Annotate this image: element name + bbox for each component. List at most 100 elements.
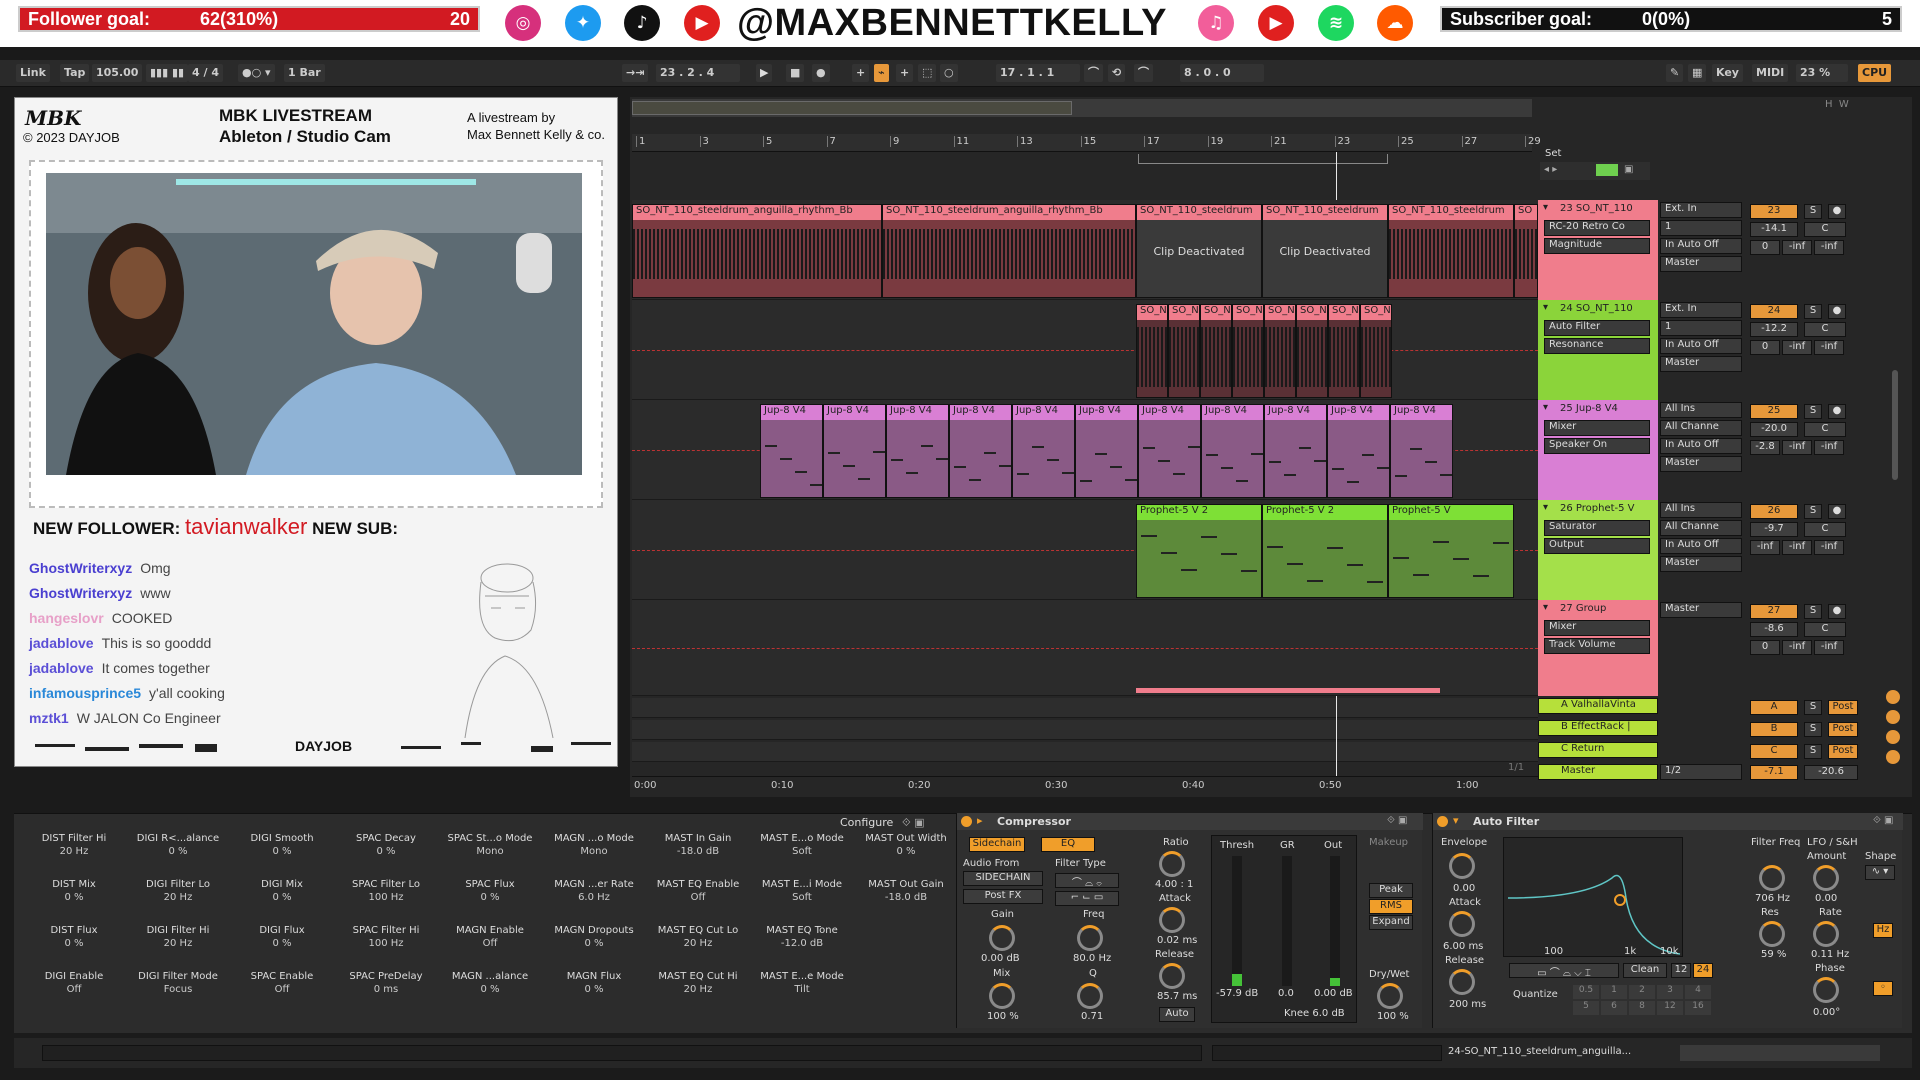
arm-button[interactable]: ● [1828, 204, 1846, 219]
track-number[interactable]: 27 [1750, 604, 1798, 619]
macro-knob[interactable]: MAST In Gain -18.0 dB [648, 833, 748, 857]
input-type-select[interactable]: All Ins [1660, 402, 1742, 418]
macro-knob[interactable]: DIGI Smooth 0 % [232, 833, 332, 857]
ruler-bar-1[interactable]: 1 [636, 136, 645, 147]
return-track-header[interactable]: C Return [1538, 742, 1658, 758]
macro-knob[interactable]: MAGN ...alance 0 % [440, 971, 540, 995]
midi-clip[interactable]: Jup-8 V4 [760, 404, 823, 498]
track-pan[interactable]: C [1804, 322, 1846, 337]
auto-release-button[interactable]: Auto [1159, 1007, 1195, 1022]
send-2[interactable]: -inf [1782, 440, 1812, 455]
sidechain-tap-select[interactable]: Post FX [963, 889, 1043, 904]
track-pan[interactable]: C [1804, 622, 1846, 637]
ruler-bar-23[interactable]: 23 [1334, 136, 1350, 147]
track-fold-icon[interactable]: ▾ [1543, 202, 1548, 213]
track-header-27[interactable]: 27 Group ▾ Mixer Track Volume [1538, 600, 1658, 696]
return-track-header[interactable]: A ValhallaVinta [1538, 698, 1658, 714]
solo-button[interactable]: S [1804, 504, 1822, 519]
send-2[interactable]: -inf [1782, 240, 1812, 255]
send-3[interactable]: -inf [1814, 640, 1844, 655]
quantize-option[interactable]: 6 [1601, 1001, 1627, 1015]
macro-knob[interactable]: DIGI Filter Hi 20 Hz [128, 925, 228, 949]
audio-clip[interactable]: SO_N [1360, 304, 1392, 398]
track-header-26[interactable]: 26 Prophet-5 V ▾ Saturator Output [1538, 500, 1658, 600]
audio-clip[interactable]: SO_NT_110_steeldrum [1388, 204, 1514, 298]
macro-knob[interactable]: MAST E...e Mode Tilt [752, 971, 852, 995]
arm-button[interactable]: ● [1828, 304, 1846, 319]
link-button[interactable]: Link [16, 64, 50, 82]
param-chooser[interactable]: Resonance [1544, 338, 1650, 354]
solo-button[interactable]: S [1804, 404, 1822, 419]
draw-mode-icon[interactable]: ✎ [1666, 64, 1684, 82]
solo-button[interactable]: S [1804, 304, 1822, 319]
input-type-select[interactable]: Ext. In [1660, 202, 1742, 218]
capture-icon[interactable]: ⬚ [918, 64, 937, 82]
bar-ruler[interactable]: 1 3 5 7 9 11 13 15 17 19 21 23 25 27 29 [632, 134, 1541, 152]
solo-button[interactable]: S [1804, 204, 1822, 219]
midi-clip[interactable]: Jup-8 V4 [1264, 404, 1327, 498]
slope-12-button[interactable]: 12 [1671, 963, 1691, 978]
macro-knob[interactable]: MAST EQ Tone -12.0 dB [752, 925, 852, 949]
filter-response-display[interactable]: 100 1k 10k [1503, 837, 1683, 957]
quantize-option[interactable]: 2 [1629, 985, 1655, 999]
rms-mode-button[interactable]: RMS [1369, 899, 1413, 914]
session-record-icon[interactable]: ○ [940, 64, 958, 82]
loop-brace-area[interactable] [632, 152, 1532, 182]
quantize-grid[interactable]: 0.5 1 2 3 4 5 6 8 12 16 [1573, 985, 1713, 1019]
send-3[interactable]: -inf [1814, 440, 1844, 455]
return-lane[interactable] [632, 720, 1538, 740]
audio-clip[interactable]: SO_N [1232, 304, 1264, 398]
quantize-option[interactable]: 8 [1629, 1001, 1655, 1015]
ruler-bar-25[interactable]: 25 [1398, 136, 1414, 147]
master-volume[interactable]: -7.1 [1750, 765, 1798, 780]
send-1[interactable]: -2.8 [1750, 440, 1780, 455]
audio-clip[interactable]: SO_N [1328, 304, 1360, 398]
output-select[interactable]: Master [1660, 356, 1742, 372]
audio-clip[interactable]: SO_NT_110_steeldrum Clip Deactivated [1136, 204, 1262, 298]
ruler-bar-9[interactable]: 9 [890, 136, 899, 147]
keyboard-icon[interactable]: ▦ [1688, 64, 1707, 82]
mix-knob[interactable] [989, 983, 1015, 1009]
lfo-phase-knob[interactable] [1813, 977, 1839, 1003]
macro-knob[interactable]: SPAC Decay 0 % [336, 833, 436, 857]
env-attack-knob[interactable] [1449, 911, 1475, 937]
punch-out-icon[interactable]: ⌒ [1134, 64, 1153, 82]
macro-knob[interactable]: SPAC Flux 0 % [440, 879, 540, 903]
tap-tempo-button[interactable]: Tap [60, 64, 90, 82]
macro-knob[interactable]: DIGI Flux 0 % [232, 925, 332, 949]
track-header-24[interactable]: 24 SO_NT_110 ▾ Auto Filter Resonance [1538, 300, 1658, 400]
macro-knob[interactable]: MAGN Dropouts 0 % [544, 925, 644, 949]
track-header-23[interactable]: 23 SO_NT_110 ▾ RC-20 Retro Co Magnitude [1538, 200, 1658, 300]
loop-start-field[interactable]: 17 . 1 . 1 [996, 64, 1080, 82]
side-panel-toggle-icon[interactable] [1886, 750, 1900, 764]
send-3[interactable]: -inf [1814, 340, 1844, 355]
phase-mode-icon[interactable]: ◦ [1873, 981, 1893, 996]
track-name[interactable]: 23 SO_NT_110 [1538, 200, 1658, 218]
audio-clip[interactable]: SO_N [1296, 304, 1328, 398]
cue-out-select[interactable]: 1/2 [1660, 764, 1742, 780]
return-solo[interactable]: S [1804, 744, 1822, 759]
track-volume[interactable]: -14.1 [1750, 222, 1798, 237]
track-lane-27[interactable] [632, 600, 1538, 696]
midi-clip[interactable]: Prophet-5 V [1388, 504, 1514, 598]
arm-button[interactable]: ● [1828, 404, 1846, 419]
midi-clip[interactable]: Jup-8 V4 [1138, 404, 1201, 498]
envelope-amount-knob[interactable] [1449, 853, 1475, 879]
punch-in-icon[interactable]: ⌒ [1084, 64, 1103, 82]
overdub-icon[interactable]: + [852, 64, 870, 82]
monitor-buttons[interactable]: In Auto Off [1660, 538, 1742, 554]
sidechain-source-select[interactable]: SIDECHAIN [963, 871, 1043, 886]
track-lane-24[interactable]: SO_N SO_N SO_N SO_N SO_N SO_N SO_N SO_N [632, 300, 1538, 400]
cpu-button[interactable]: CPU [1858, 64, 1892, 82]
midi-clip[interactable]: Prophet-5 V 2 [1136, 504, 1262, 598]
param-chooser[interactable]: Speaker On [1544, 438, 1650, 454]
input-channel-select[interactable]: All Channe [1660, 520, 1742, 536]
param-chooser[interactable]: Output [1544, 538, 1650, 554]
freq-knob[interactable] [1077, 925, 1103, 951]
param-chooser[interactable]: Magnitude [1544, 238, 1650, 254]
quantize-option[interactable]: 5 [1573, 1001, 1599, 1015]
ruler-bar-19[interactable]: 19 [1207, 136, 1223, 147]
arm-button[interactable]: ● [1828, 604, 1846, 619]
midi-clip[interactable]: Jup-8 V4 [823, 404, 886, 498]
macro-knob[interactable]: MAST E...i Mode Soft [752, 879, 852, 903]
